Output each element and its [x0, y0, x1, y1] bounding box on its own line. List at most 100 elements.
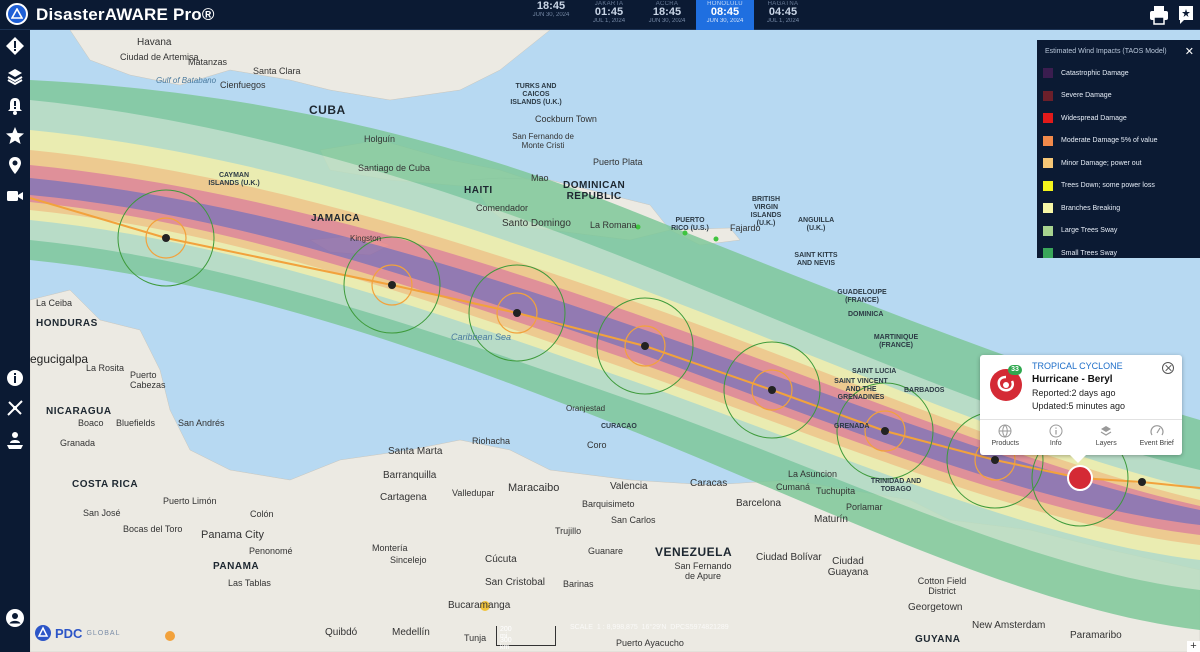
map-label-city: Puerto Ayacucho — [616, 638, 684, 648]
coords-readout: 16°29'N — [641, 624, 667, 631]
clock-jakarta[interactable]: JAKARTA 01:45 JUL 1, 2024 — [580, 0, 638, 30]
map-ref: DPCS5974821289 — [670, 624, 729, 631]
scale-value: 1 : 8,998,875 — [596, 624, 638, 631]
map-label-country: JAMAICA — [311, 213, 361, 224]
event-popup: 33 TROPICAL CYCLONE Hurricane - Beryl Re… — [980, 355, 1183, 463]
print-icon — [1150, 6, 1168, 25]
speedometer-icon — [1150, 425, 1164, 436]
print-button[interactable] — [1147, 3, 1171, 27]
event-updated: Updated:5 minutes ago — [1032, 401, 1126, 411]
map-label-city: Quibdó — [325, 627, 358, 638]
sidebar-location-button[interactable] — [3, 154, 27, 178]
sidebar-info-button[interactable] — [3, 366, 27, 390]
map-label-city: Barranquilla — [383, 470, 437, 481]
clock-hagatna[interactable]: HAGATNA 04:45 JUL 1, 2024 — [754, 0, 812, 30]
legend-swatch — [1043, 90, 1053, 101]
zoom-in-button[interactable]: + — [1187, 641, 1200, 652]
clock-time: 01:45 — [594, 6, 624, 18]
clock-date: JUL 1, 2024 — [766, 18, 800, 24]
map-label-city: Boaco — [78, 418, 104, 428]
scale-bottom: 300 km — [500, 637, 512, 651]
left-sidebar — [0, 30, 30, 652]
app-logo[interactable] — [6, 3, 28, 25]
products-button[interactable]: Products — [980, 420, 1031, 455]
clock-city: HONOLULU — [707, 1, 743, 7]
map-label-city: Cienfuegos — [220, 80, 266, 90]
map-label-city: Oranjestad — [566, 404, 606, 413]
layers-icon — [1100, 426, 1112, 436]
map-canvas[interactable] — [30, 30, 1200, 652]
legend-swatch — [1043, 180, 1053, 191]
sidebar-video-button[interactable] — [3, 184, 27, 208]
bookmark-icon — [1179, 6, 1193, 24]
sidebar-map-user-button[interactable] — [3, 428, 27, 452]
map-label-city: Mao — [531, 173, 549, 183]
layers-button[interactable]: Layers — [1081, 420, 1132, 455]
map-label-city: Coro — [587, 440, 607, 450]
scale-label: SCALE — [570, 624, 593, 631]
clock-city: HAGATNA — [767, 1, 799, 7]
map-label-sea: Gulf of Batabano — [156, 76, 217, 85]
map-label-city: Holguín — [364, 134, 396, 144]
map-label-territory: BARBADOS — [904, 387, 945, 394]
map-label-city: Porlamar — [846, 502, 883, 512]
map-label-city: San Cristobal — [485, 577, 546, 588]
map-label-city: Medellín — [392, 627, 430, 638]
clock-city: ACCRA — [655, 1, 679, 7]
clock-accra[interactable]: ACCRA 18:45 JUN 30, 2024 — [638, 0, 696, 30]
clock-honolulu[interactable]: HONOLULU 08:45 JUN 30, 2024 — [696, 0, 754, 30]
map-view[interactable]: CUBA HAITI DOMINICAN REPUBLIC JAMAICA HO… — [30, 30, 1200, 652]
map-user-icon — [7, 432, 23, 449]
map-label-city: Barquisimeto — [582, 499, 635, 509]
sidebar-alerts-button[interactable] — [3, 94, 27, 118]
map-label-territory: DOMINICA — [848, 311, 884, 318]
legend-swatch — [1043, 158, 1053, 169]
sidebar-favorites-button[interactable] — [3, 124, 27, 148]
scale-info: SCALE 1 : 8,998,875 16°29'N DPCS59748212… — [570, 624, 729, 631]
map-label-city: San Fernando de Monte Cristi — [512, 132, 574, 150]
map-label-city: Georgetown — [908, 602, 963, 613]
sidebar-layers-button[interactable] — [3, 64, 27, 88]
legend-label: Widespread Damage — [1061, 114, 1127, 122]
legend-label: Large Trees Sway — [1061, 227, 1118, 235]
map-label-city: Cotton Field District — [917, 576, 967, 596]
map-label-city: Granada — [60, 438, 96, 448]
bookmark-button[interactable] — [1174, 3, 1198, 27]
clock-time: 18:45 — [652, 6, 682, 18]
map-label-city: Maracaibo — [508, 482, 560, 494]
event-brief-label: Event Brief — [1139, 440, 1174, 447]
event-name[interactable]: Hurricane - Beryl — [1032, 374, 1113, 385]
popup-close-button[interactable] — [1162, 362, 1174, 374]
legend-item: Widespread Damage — [1037, 107, 1200, 130]
logo-icon — [11, 8, 23, 19]
sidebar-user-button[interactable] — [3, 606, 27, 630]
map-label-country: PANAMA — [213, 561, 260, 572]
legend-title: Estimated Wind Impacts (TAOS Model) — [1045, 48, 1167, 55]
map-label-city: Matanzas — [188, 57, 228, 67]
info-button[interactable]: Info — [1031, 420, 1082, 455]
clock-time: 08:45 — [710, 6, 740, 18]
map-label-city: egucigalpa — [30, 352, 89, 366]
legend-swatch — [1043, 225, 1053, 236]
map-label-city: Caracas — [690, 478, 728, 489]
map-label-city: Bluefields — [116, 418, 156, 428]
clock-date: JUL 1, 2024 — [592, 18, 626, 24]
pdc-logo-icon — [35, 625, 51, 641]
info-icon — [7, 370, 23, 386]
sidebar-route-button[interactable] — [3, 396, 27, 420]
map-label-territory: CURACAO — [601, 423, 637, 430]
legend-swatch — [1043, 203, 1053, 214]
sidebar-hazards-button[interactable] — [3, 34, 27, 58]
map-label-city: Barinas — [563, 579, 594, 589]
map-label-city: Puerto Limón — [163, 496, 217, 506]
map-label-city: Barcelona — [736, 498, 782, 509]
legend-close-button[interactable]: ✕ — [1185, 45, 1194, 58]
clock-date: JUN 30, 2024 — [532, 12, 570, 18]
legend-label: Trees Down; some power loss — [1061, 182, 1155, 190]
layers-icon — [7, 69, 23, 86]
map-label-city: Maturín — [814, 514, 848, 525]
legend-label: Small Trees Sway — [1061, 249, 1118, 257]
clock-1[interactable]: 18:45 JUN 30, 2024 — [522, 0, 580, 30]
event-brief-button[interactable]: Event Brief — [1132, 420, 1183, 455]
map-label-city: Cumaná — [776, 482, 811, 492]
